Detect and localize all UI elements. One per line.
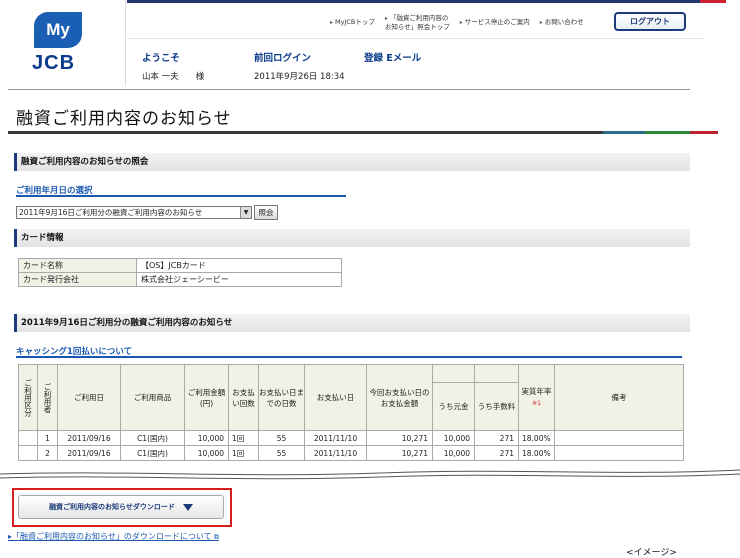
chevron-down-icon[interactable]: ▼ bbox=[240, 207, 251, 218]
cell-rate: 18.00% bbox=[518, 430, 555, 446]
page-title: 融資ご利用内容のお知らせ bbox=[16, 109, 232, 129]
cell-date: 2011/09/16 bbox=[57, 430, 121, 446]
table-header-row: ご利用区分 ご利用者 ご利用日 ご利用商品 ご利用金額(円) お支払い回数 お支… bbox=[18, 364, 684, 431]
col-rate-label: 実質年率 bbox=[521, 387, 552, 396]
top-navigation: MyJCBトップ 「融資ご利用内容の お知らせ」照会トップ サービス停止のご案内… bbox=[330, 14, 584, 31]
download-help-link[interactable]: ▸「融資ご利用内容のお知らせ」のダウンロードについて ⧉ bbox=[8, 531, 219, 542]
select-date-heading: ご利用年月日の選択 bbox=[16, 184, 346, 197]
cell-amount: 10,000 bbox=[184, 445, 229, 461]
cell-rate: 18.00% bbox=[518, 445, 555, 461]
header-stripe-accent bbox=[700, 0, 726, 3]
col-fee: うち手数料 bbox=[474, 382, 519, 431]
card-name-label: カード名称 bbox=[18, 258, 137, 273]
header-bottom-rule bbox=[8, 89, 690, 90]
col-group-blank bbox=[432, 364, 475, 383]
cell-kubun bbox=[18, 445, 38, 461]
title-rule-green bbox=[645, 131, 690, 134]
nav-inquiry-top[interactable]: 「融資ご利用内容の お知らせ」照会トップ bbox=[385, 14, 450, 31]
cashing-heading: キャッシング1回払いについて bbox=[16, 345, 682, 358]
col-memo: 備考 bbox=[554, 364, 684, 431]
download-button-label: 融資ご利用内容のお知らせダウンロード bbox=[49, 503, 175, 511]
col-count: お支払い回数 bbox=[228, 364, 259, 431]
title-rule-blue bbox=[603, 131, 645, 134]
col-amount: ご利用金額(円) bbox=[184, 364, 229, 431]
download-arrow-icon bbox=[182, 503, 193, 511]
table-row: カード名称 【OS】JCBカード bbox=[18, 258, 342, 273]
col-total: 今回お支払い日のお支払金額 bbox=[366, 364, 433, 431]
card-info-table: カード名称 【OS】JCBカード カード発行会社 株式会社ジェーシービー bbox=[18, 258, 342, 287]
col-principal: うち元金 bbox=[432, 382, 475, 431]
col-product: ご利用商品 bbox=[120, 364, 185, 431]
cell-fee: 271 bbox=[474, 445, 519, 461]
section-card-info: カード情報 bbox=[14, 229, 690, 247]
cell-paydate: 2011/11/10 bbox=[304, 430, 367, 446]
torn-edge-divider bbox=[0, 469, 740, 480]
col-group-blank-2 bbox=[474, 364, 519, 383]
col-rate: 実質年率 ※1 bbox=[518, 364, 555, 431]
col-kubun: ご利用区分 bbox=[18, 364, 38, 431]
col-days: お支払い日までの日数 bbox=[258, 364, 305, 431]
cell-paydate: 2011/11/10 bbox=[304, 445, 367, 461]
last-login-block: 前回ログイン 2011年9月26日 18:34 bbox=[254, 50, 345, 82]
cell-days: 55 bbox=[258, 445, 305, 461]
download-help-link-label: 「融資ご利用内容のお知らせ」のダウンロードについて bbox=[12, 532, 212, 541]
cell-product: C1(国内) bbox=[120, 430, 185, 446]
cell-memo bbox=[554, 430, 684, 446]
logout-button[interactable]: ログアウト bbox=[614, 12, 686, 31]
cell-total: 10,271 bbox=[366, 445, 433, 461]
image-note: <イメージ> bbox=[626, 548, 677, 558]
title-rule-red bbox=[690, 131, 718, 134]
col-user: ご利用者 bbox=[37, 364, 58, 431]
cell-amount: 10,000 bbox=[184, 430, 229, 446]
user-name: 山本 一夫 様 bbox=[142, 72, 205, 82]
welcome-label: ようこそ bbox=[142, 53, 181, 64]
logo-jcb: JCB bbox=[32, 52, 76, 74]
table-row: 2 2011/09/16 C1(国内) 10,000 1回 55 2011/11… bbox=[18, 445, 684, 461]
cell-count: 1回 bbox=[228, 430, 259, 446]
nav-service-stop[interactable]: サービス停止のご案内 bbox=[460, 18, 530, 27]
nav-myjcb-top[interactable]: MyJCBトップ bbox=[330, 18, 375, 27]
myjcb-logo[interactable]: My JCB bbox=[8, 0, 126, 86]
cell-user: 1 bbox=[37, 430, 58, 446]
external-window-icon: ⧉ bbox=[211, 533, 219, 541]
table-row: カード発行会社 株式会社ジェーシービー bbox=[18, 272, 342, 287]
header-stripe bbox=[127, 0, 700, 3]
cell-count: 1回 bbox=[228, 445, 259, 461]
cell-total: 10,271 bbox=[366, 430, 433, 446]
card-name-value: 【OS】JCBカード bbox=[136, 258, 342, 273]
cell-user: 2 bbox=[37, 445, 58, 461]
col-paydate: お支払い日 bbox=[304, 364, 367, 431]
table-row: 1 2011/09/16 C1(国内) 10,000 1回 55 2011/11… bbox=[18, 430, 684, 446]
cell-memo bbox=[554, 445, 684, 461]
logo-my: My bbox=[34, 12, 82, 48]
last-login-label: 前回ログイン bbox=[254, 53, 312, 64]
email-block: 登録 Eメール bbox=[364, 50, 421, 64]
email-label[interactable]: 登録 Eメール bbox=[364, 50, 421, 64]
cell-kubun bbox=[18, 430, 38, 446]
welcome-block: ようこそ 山本 一夫 様 bbox=[142, 50, 204, 82]
download-button[interactable]: 融資ご利用内容のお知らせダウンロード bbox=[18, 495, 224, 519]
last-login-value: 2011年9月26日 18:34 bbox=[254, 72, 345, 82]
cashing-table: ご利用区分 ご利用者 ご利用日 ご利用商品 ご利用金額(円) お支払い回数 お支… bbox=[18, 364, 684, 461]
inquiry-button[interactable]: 照会 bbox=[254, 205, 278, 220]
cell-product: C1(国内) bbox=[120, 445, 185, 461]
cell-principal: 10,000 bbox=[432, 445, 475, 461]
header-divider bbox=[127, 38, 704, 39]
col-rate-note: ※1 bbox=[532, 400, 541, 407]
card-issuer-value: 株式会社ジェーシービー bbox=[136, 272, 342, 287]
title-rule bbox=[8, 131, 603, 134]
cell-principal: 10,000 bbox=[432, 430, 475, 446]
card-issuer-label: カード発行会社 bbox=[18, 272, 137, 287]
cell-date: 2011/09/16 bbox=[57, 445, 121, 461]
col-date: ご利用日 bbox=[57, 364, 121, 431]
section-detail: 2011年9月16日ご利用分の融資ご利用内容のお知らせ bbox=[14, 314, 690, 332]
cell-fee: 271 bbox=[474, 430, 519, 446]
usage-date-select-value: 2011年9月16日ご利用分の融資ご利用内容のお知らせ bbox=[19, 208, 203, 217]
nav-contact[interactable]: お問い合わせ bbox=[540, 18, 584, 27]
section-inquiry: 融資ご利用内容のお知らせの照会 bbox=[14, 153, 690, 171]
cell-days: 55 bbox=[258, 430, 305, 446]
usage-date-select[interactable]: 2011年9月16日ご利用分の融資ご利用内容のお知らせ ▼ bbox=[16, 206, 252, 219]
